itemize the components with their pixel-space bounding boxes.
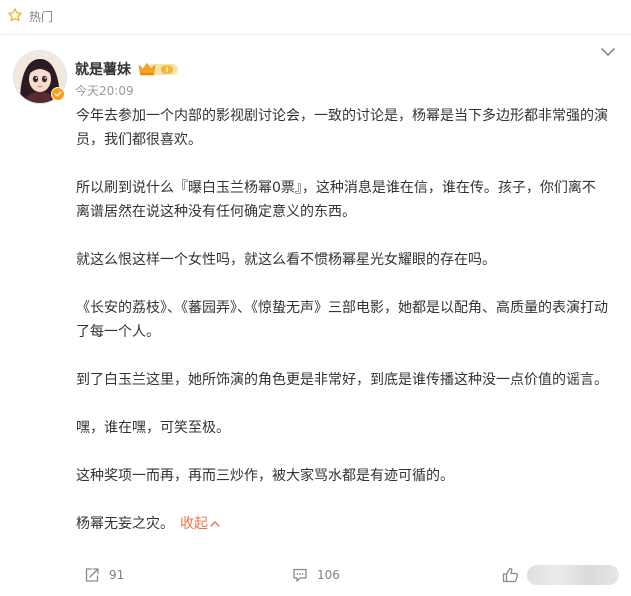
verified-icon: [51, 87, 65, 101]
collapse-label[interactable]: 收起: [180, 516, 208, 532]
thumbs-up-icon[interactable]: [502, 567, 519, 583]
comment-count[interactable]: 106: [317, 568, 340, 582]
post-paragraph-last: 杨幂无妄之灾。 收起: [76, 512, 608, 536]
author-name[interactable]: 就是薯妹: [75, 61, 131, 79]
post-text: 今年去参加一个内部的影视剧讨论会，一致的讨论是，杨幂是当下多边形都非常强的演员，…: [76, 104, 608, 536]
post-paragraph: 所以刷到说什么『曝白玉兰杨幂0票』，这种消息是谁在信，谁在传。孩子，你们离不离谱…: [76, 180, 596, 220]
post-paragraph: 嘿，谁在嘿，可笑至极。: [76, 420, 230, 436]
post-paragraph: 这种奖项一而再，再而三炒作，被大家骂水都是有迹可循的。: [76, 468, 454, 484]
repost-button[interactable]: 91: [84, 560, 124, 590]
post-paragraph: 今年去参加一个内部的影视剧讨论会，一致的讨论是，杨幂是当下多边形都非常强的演员，…: [76, 108, 608, 148]
repost-count[interactable]: 91: [109, 568, 124, 582]
hot-section-label: 热门: [29, 10, 54, 24]
like-button[interactable]: [502, 560, 519, 590]
post-paragraph: 到了白玉兰这里，她所饰演的角色更是非常好，到底是谁传播这种没一点价值的谣言。: [76, 372, 608, 388]
chevron-up-icon[interactable]: [210, 520, 220, 528]
repost-icon[interactable]: [84, 567, 100, 583]
comment-icon[interactable]: [292, 567, 308, 583]
post-paragraph: 《长安的荔枝》、《蕃园弄》、《惊蛰无声》三部电影，她都是以配角、高质量的表演打动…: [76, 300, 608, 340]
blurred-watermark: [527, 565, 619, 585]
comment-button[interactable]: 106: [292, 560, 340, 590]
collapse-button[interactable]: 收起: [180, 516, 220, 532]
chevron-down-icon[interactable]: [600, 46, 616, 58]
post-timestamp[interactable]: 今天20:09: [75, 83, 134, 99]
post-last-line: 杨幂无妄之灾。: [76, 516, 174, 532]
hot-section-header: 热门: [0, 0, 631, 35]
svg-text:I: I: [166, 66, 169, 74]
post-paragraph: 就这么恨这样一个女性吗，就这么看不惯杨幂星光女耀眼的存在吗。: [76, 252, 496, 268]
vip-crown-badge-icon[interactable]: I: [138, 61, 180, 78]
star-icon: [8, 8, 22, 22]
